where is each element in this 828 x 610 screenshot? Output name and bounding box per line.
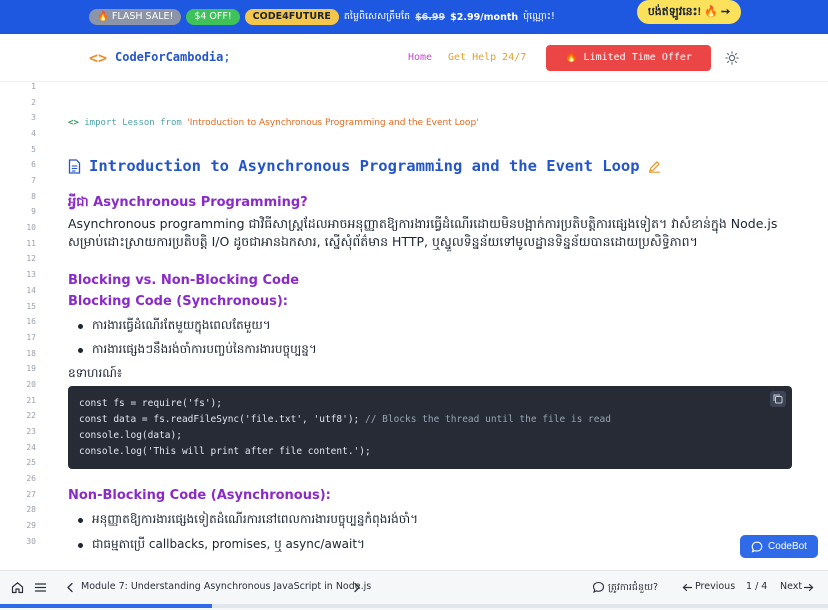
code-comment: // Blocks the thread until the file is r… [359, 414, 611, 425]
limited-offer-button[interactable]: 🔥 Limited Time Offer [546, 45, 711, 71]
code-line: console.log('This will print after file … [79, 446, 371, 457]
import-keyword: import [84, 118, 117, 128]
line-number: 20 [26, 379, 36, 389]
line-number: 28 [26, 505, 36, 515]
promo-code-badge: CODE4FUTURE [244, 9, 339, 25]
flash-sale-badge: 🔥 FLASH SALE! [89, 9, 182, 25]
copy-code-button[interactable] [770, 391, 786, 407]
line-number: 26 [26, 474, 36, 483]
copy-icon [773, 394, 783, 404]
lesson-progress-bar [0, 604, 828, 608]
home-icon[interactable] [11, 581, 24, 594]
code-line: const fs = require('fs'); [79, 398, 222, 409]
module-title: Module 7: Understanding Asynchronous Jav… [81, 581, 372, 592]
line-number: 13 [26, 270, 36, 280]
line-number: 2 [31, 97, 36, 107]
list-item: អនុញ្ញាតឱ្យការងារផ្សេងទៀតដំណើរការនៅពេលកា… [78, 511, 418, 529]
code-line: const data = fs.readFileSync('file.txt',… [79, 414, 611, 425]
line-number: 7 [31, 176, 36, 186]
page-title: Introduction to Asynchronous Programming… [89, 157, 640, 175]
nav-home-link[interactable]: Home [408, 52, 432, 63]
lesson-title-row: Introduction to Asynchronous Programming… [68, 157, 661, 175]
heading-nonblocking-code: Non-Blocking Code (Asynchronous): [68, 488, 331, 503]
top-navbar: <> CodeForCambodia; Home Get Help 24/7 🔥… [0, 34, 828, 82]
import-source: 'Introduction to Asynchronous Programmin… [187, 118, 479, 128]
line-number: 16 [26, 317, 36, 327]
paragraph-what-is-async: Asynchronous programming ជាវិធីសាស្ត្រដែ… [68, 216, 778, 249]
heading-blocking-vs-nonblocking: Blocking vs. Non-Blocking Code [68, 273, 300, 288]
list-item: ការងារផ្សេងៗនឹងរង់ចាំការបញ្ចប់នៃការងារបច… [78, 341, 317, 359]
line-number: 3 [31, 113, 36, 123]
promo-limited-text: តម្លៃពិសេសត្រឹមតែ [343, 11, 411, 22]
code-block: const fs = require('fs'); const data = f… [68, 386, 792, 469]
pencil-icon[interactable] [648, 160, 661, 173]
code-line: console.log(data); [79, 430, 182, 441]
heading-blocking-code: Blocking Code (Synchronous): [68, 294, 288, 309]
previous-button[interactable]: Previous [695, 581, 735, 592]
menu-icon[interactable] [34, 581, 47, 594]
chevron-right-icon[interactable] [350, 581, 363, 594]
line-number: 5 [31, 144, 36, 154]
line-number: 22 [26, 411, 36, 421]
new-price: $2.99/month [450, 11, 519, 23]
chat-bubble-icon [751, 541, 763, 553]
lesson-progress-fill [0, 604, 212, 608]
line-number: 27 [26, 489, 36, 499]
line-number: 4 [31, 129, 36, 139]
code-icon: <> [68, 118, 79, 128]
import-statement: <> import Lesson from 'Introduction to A… [68, 118, 479, 128]
document-icon [68, 158, 81, 174]
line-number: 18 [26, 348, 36, 358]
next-button[interactable]: Next [780, 581, 802, 592]
example-label: ឧទាហរណ៍៖ [68, 366, 123, 380]
line-number: 29 [26, 521, 36, 531]
page-indicator: 1 / 4 [746, 581, 768, 592]
line-number: 9 [31, 207, 36, 217]
line-number: 8 [31, 191, 36, 201]
codebot-label: CodeBot [768, 541, 807, 552]
heading-what-is-async: អ្វីជា Asynchronous Programming? [68, 195, 308, 210]
old-price: $6.99 [415, 11, 446, 23]
line-number: 21 [26, 395, 36, 405]
line-number: 17 [26, 332, 36, 342]
chevron-left-icon[interactable] [64, 581, 77, 594]
line-number: 12 [26, 254, 36, 264]
line-number: 19 [26, 364, 36, 374]
line-number: 25 [26, 458, 36, 468]
help-chat-icon[interactable] [592, 581, 605, 594]
line-number: 1 [31, 82, 36, 91]
discount-badge: $4 OFF! [186, 9, 240, 25]
need-help-link[interactable]: ត្រូវការជំនួយ? [608, 581, 658, 595]
nav-help-link[interactable]: Get Help 24/7 [448, 52, 526, 63]
code-brackets-icon: <> [89, 49, 108, 67]
line-number: 14 [26, 285, 36, 295]
site-logo[interactable]: CodeForCambodia; [115, 50, 231, 64]
line-number: 11 [26, 238, 36, 248]
line-number: 10 [26, 223, 36, 233]
codebot-button[interactable]: CodeBot [740, 535, 818, 558]
claim-offer-button[interactable]: បង់ឥឡូវនេះ! 🔥 ➙ [637, 0, 741, 24]
line-number: 24 [26, 442, 36, 452]
list-item: ជាធម្មតាប្រើ callbacks, promises, ឬ asyn… [78, 536, 365, 554]
line-number: 6 [31, 160, 36, 170]
line-number: 15 [26, 301, 36, 311]
promo-suffix: ប៉ុណ្ណោះ! [523, 11, 555, 22]
from-keyword: from [160, 118, 182, 128]
arrow-left-icon[interactable] [681, 581, 694, 594]
line-number: 30 [26, 536, 36, 546]
arrow-right-icon[interactable] [802, 581, 815, 594]
lesson-footer: Module 7: Understanding Asynchronous Jav… [0, 570, 828, 610]
line-number: 23 [26, 426, 36, 436]
import-name: Lesson [122, 118, 155, 128]
list-item: ការងារធ្វើដំណើរតែមួយក្នុងពេលតែមួយ។ [78, 317, 271, 335]
sun-icon[interactable] [725, 51, 739, 65]
